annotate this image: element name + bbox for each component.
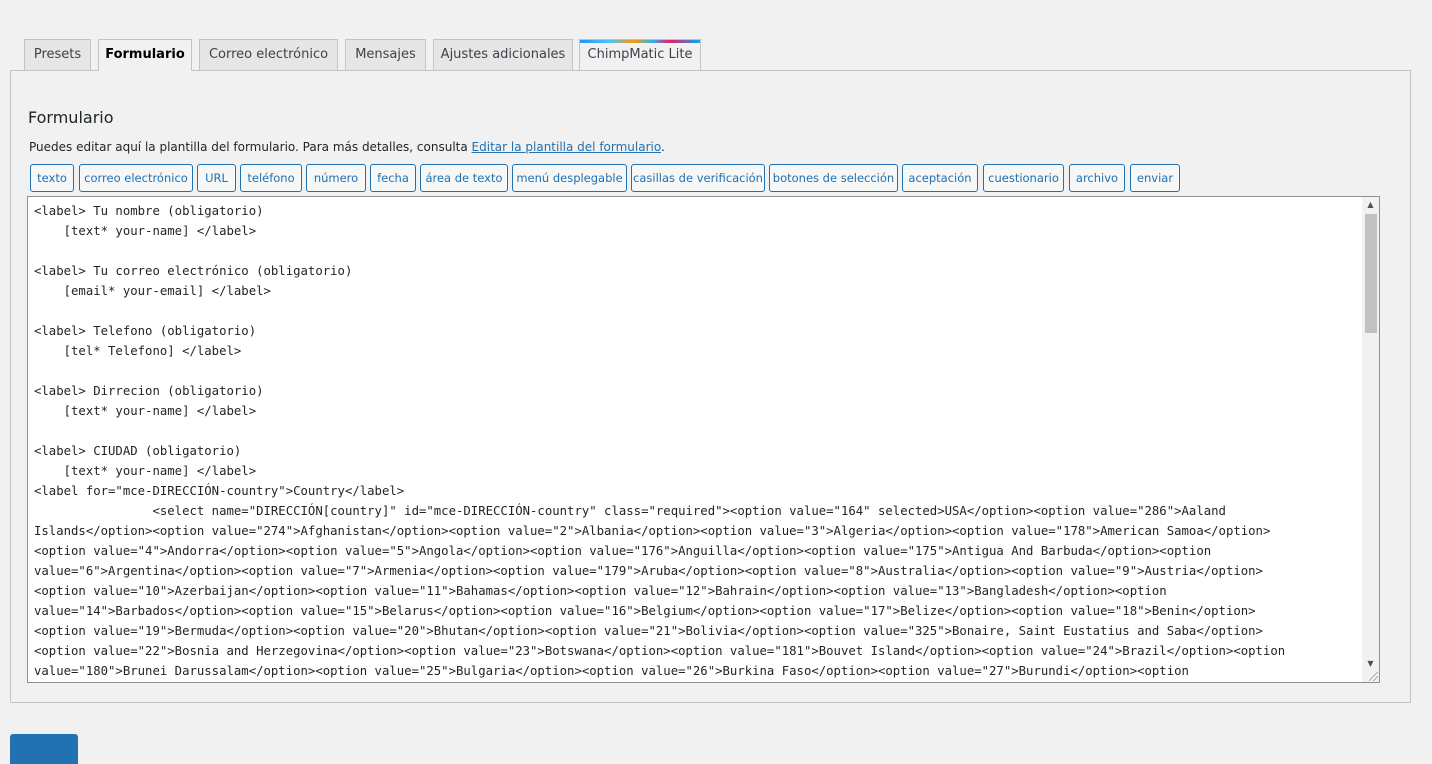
- form-template-editor[interactable]: <label> Tu nombre (obligatorio) [text* y…: [27, 196, 1380, 683]
- description-end: .: [661, 140, 665, 154]
- edit-template-link[interactable]: Editar la plantilla del formulario: [472, 140, 661, 154]
- tag-button-texto[interactable]: texto: [30, 164, 74, 192]
- tag-button-correo-electronico[interactable]: correo electrónico: [79, 164, 193, 192]
- tag-button-numero[interactable]: número: [306, 164, 366, 192]
- scroll-thumb[interactable]: [1365, 214, 1377, 333]
- description-text: Puedes editar aquí la plantilla del form…: [29, 140, 472, 154]
- panel-description: Puedes editar aquí la plantilla del form…: [29, 140, 665, 154]
- panel-title: Formulario: [28, 108, 114, 127]
- tag-button-botones-de-seleccion[interactable]: botones de selección: [769, 164, 898, 192]
- tag-button-telefono[interactable]: teléfono: [240, 164, 302, 192]
- tag-button-aceptacion[interactable]: aceptación: [902, 164, 978, 192]
- tab-formulario[interactable]: Formulario: [98, 39, 192, 71]
- tab-chimpmatic-lite-label: ChimpMatic Lite: [587, 47, 693, 62]
- save-button[interactable]: [10, 734, 78, 764]
- tab-correo-electronico[interactable]: Correo electrónico: [199, 39, 338, 70]
- form-template-code[interactable]: <label> Tu nombre (obligatorio) [text* y…: [34, 201, 1285, 681]
- tab-presets[interactable]: Presets: [24, 39, 91, 70]
- resize-grip-icon[interactable]: [1369, 672, 1378, 681]
- form-panel: Formulario Puedes editar aquí la plantil…: [10, 70, 1411, 703]
- tab-ajustes-adicionales[interactable]: Ajustes adicionales: [433, 39, 573, 70]
- tag-button-cuestionario[interactable]: cuestionario: [983, 164, 1064, 192]
- chimpmatic-color-strip: [580, 40, 700, 43]
- tag-button-casillas-de-verificacion[interactable]: casillas de verificación: [631, 164, 765, 192]
- tag-button-fecha[interactable]: fecha: [370, 164, 416, 192]
- tag-button-menu-desplegable[interactable]: menú desplegable: [512, 164, 627, 192]
- scroll-up-arrow-icon[interactable]: ▲: [1362, 197, 1379, 213]
- tag-button-archivo[interactable]: archivo: [1069, 164, 1125, 192]
- tag-button-url[interactable]: URL: [197, 164, 236, 192]
- tab-chimpmatic-lite[interactable]: ChimpMatic Lite: [579, 39, 701, 70]
- editor-scrollbar[interactable]: ▲ ▼: [1362, 197, 1379, 682]
- tag-button-area-de-texto[interactable]: área de texto: [420, 164, 508, 192]
- tag-button-enviar[interactable]: enviar: [1130, 164, 1180, 192]
- scroll-down-arrow-icon[interactable]: ▼: [1362, 656, 1379, 672]
- tab-mensajes[interactable]: Mensajes: [345, 39, 426, 70]
